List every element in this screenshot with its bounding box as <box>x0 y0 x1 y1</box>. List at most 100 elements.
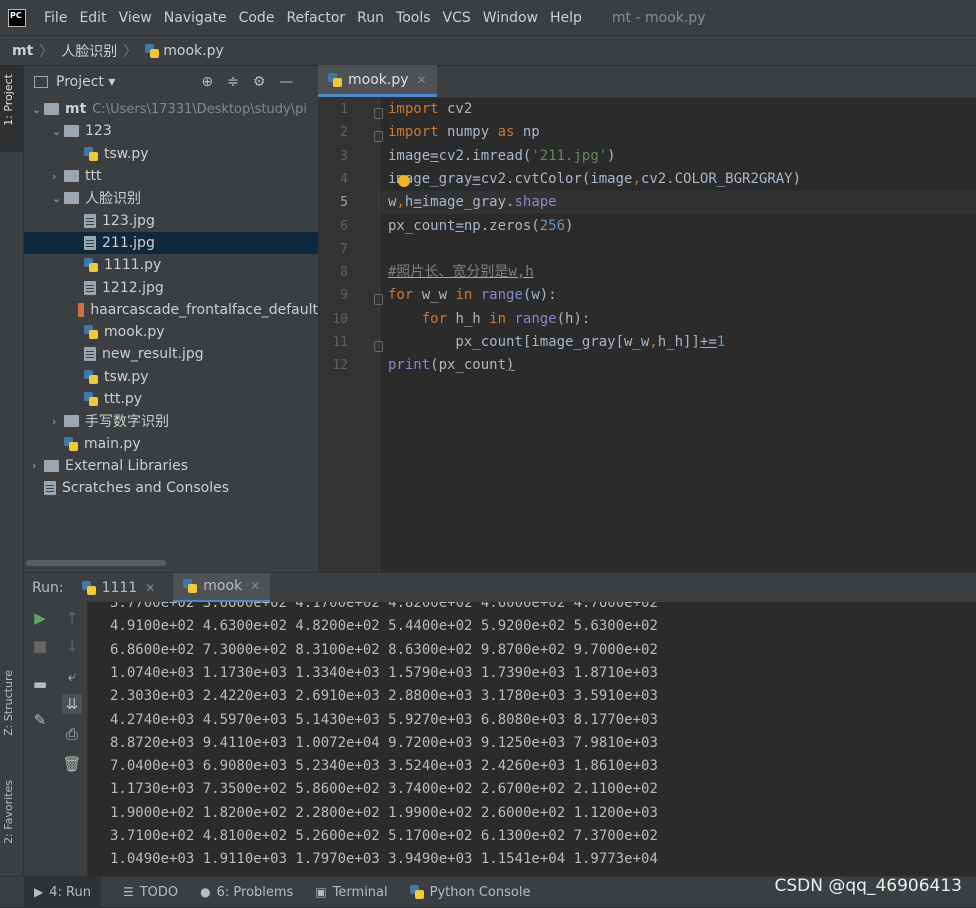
run-console-output[interactable]: 3.7700e+02 3.6600e+02 4.1700e+02 4.8200e… <box>88 602 976 876</box>
tree-item-path: C:\Users\17331\Desktop\study\pi <box>92 101 307 117</box>
tree-item[interactable]: Scratches and Consoles <box>24 477 318 499</box>
trash-icon[interactable]: 🗑 <box>62 754 82 774</box>
stop-icon[interactable]: ■ <box>30 636 50 656</box>
menu-file[interactable]: File <box>38 10 73 26</box>
terminal-tool-button[interactable]: ▣ Terminal <box>315 885 387 900</box>
tree-item[interactable]: new_result.jpg <box>24 343 318 365</box>
scroll-to-end-icon[interactable]: ⇊ <box>62 694 82 714</box>
fold-marker-icon[interactable] <box>374 341 383 352</box>
close-icon[interactable]: ✕ <box>145 581 155 595</box>
down-arrow-icon[interactable]: ↓ <box>62 636 82 656</box>
console-line: 1.0740e+03 1.1730e+03 1.3340e+03 1.5790e… <box>110 664 658 681</box>
tree-item[interactable]: › ttt <box>24 165 318 187</box>
line-number: 10 <box>332 311 348 327</box>
problems-tool-button[interactable]: ● 6: Problems <box>200 885 293 900</box>
breadcrumb-file[interactable]: mook.py <box>163 43 224 59</box>
line-number: 7 <box>340 241 348 257</box>
project-tree: ⌄ mt C:\Users\17331\Desktop\study\pi ⌄ 123 ts… <box>24 98 318 499</box>
tree-item[interactable]: haarcascade_frontalface_default <box>24 299 318 321</box>
tree-item[interactable]: ttt.py <box>24 388 318 410</box>
tree-item[interactable]: mook.py <box>24 321 318 343</box>
chevron-right-icon[interactable]: › <box>52 170 64 183</box>
code-line-8: #照片长、宽分别是w,h <box>388 264 534 281</box>
chevron-down-icon[interactable]: ⌄ <box>52 125 64 138</box>
chevron-right-icon[interactable]: › <box>52 415 64 428</box>
tree-item[interactable]: 211.jpg <box>24 231 318 255</box>
project-view-icon <box>34 76 48 88</box>
menu-run[interactable]: Run <box>351 10 390 26</box>
up-arrow-icon[interactable]: ↑ <box>62 608 82 628</box>
soft-wrap-icon[interactable]: ⤶ <box>62 666 82 686</box>
code-line-2: import numpy as np <box>388 124 540 141</box>
menu-code[interactable]: Code <box>233 10 281 26</box>
fold-marker-icon[interactable] <box>374 108 383 119</box>
python-file-icon <box>84 392 98 406</box>
code-line-6: px_count=np.zeros(256) <box>388 217 574 234</box>
tree-item[interactable]: 1212.jpg <box>24 276 318 298</box>
tree-item[interactable]: main.py <box>24 432 318 454</box>
python-file-icon <box>84 369 98 384</box>
menu-edit[interactable]: Edit <box>73 10 112 26</box>
console-line: 4.9100e+02 4.6300e+02 4.8200e+02 5.4400e… <box>110 618 658 635</box>
hide-icon[interactable]: — <box>279 74 293 90</box>
folder-icon <box>64 192 79 205</box>
layout-icon[interactable]: ▬ <box>30 674 50 694</box>
editor-tab-bar: mook.py ✕ <box>318 65 976 98</box>
image-file-icon <box>84 280 96 295</box>
tree-item[interactable]: › External Libraries <box>24 455 318 477</box>
console-line: 1.1730e+03 7.3500e+02 5.8600e+02 3.7400e… <box>110 781 658 798</box>
menu-tools[interactable]: Tools <box>390 10 437 26</box>
intention-bulb-icon[interactable] <box>398 175 410 187</box>
console-line: 3.7700e+02 3.6600e+02 4.1700e+02 4.8200e… <box>110 602 658 611</box>
todo-tool-button[interactable]: ☰ TODO <box>123 885 178 900</box>
gear-icon[interactable]: ⚙ <box>253 74 266 90</box>
close-icon[interactable]: ✕ <box>417 73 427 87</box>
code-editor[interactable]: mook.py ✕ 1 2 3 4 5 6 7 8 9 10 11 12 import cv2 imp… <box>318 65 976 572</box>
line-number: 3 <box>340 148 348 164</box>
menu-navigate[interactable]: Navigate <box>158 10 233 26</box>
chevron-down-icon[interactable]: ⌄ <box>32 103 44 116</box>
menu-view[interactable]: View <box>113 10 158 26</box>
terminal-tool-label: Terminal <box>332 884 388 900</box>
tree-item[interactable]: › 手写数字识别 <box>24 410 318 432</box>
tree-item[interactable]: 123.jpg <box>24 209 318 231</box>
favorites-tool-tab[interactable]: 2: Favorites <box>2 780 15 844</box>
collapse-all-icon[interactable]: ≑ <box>227 74 239 90</box>
menu-window[interactable]: Window <box>477 10 544 26</box>
tree-item[interactable]: tsw.py <box>24 366 318 388</box>
tab-mook-py[interactable]: mook.py ✕ <box>318 65 437 97</box>
pin-icon[interactable]: ✎ <box>30 710 50 730</box>
tree-item[interactable]: tsw.py <box>24 143 318 165</box>
tree-item[interactable]: ⌄ 123 <box>24 120 318 142</box>
project-tool-tab[interactable]: 1: Project <box>2 74 15 126</box>
chevron-right-icon[interactable]: › <box>32 459 44 472</box>
tree-item[interactable]: 1111.py <box>24 254 318 276</box>
tree-item[interactable]: ⌄ 人脸识别 <box>24 187 318 209</box>
print-icon[interactable]: ⎙ <box>62 724 82 744</box>
structure-tool-tab[interactable]: Z: Structure <box>2 670 15 736</box>
menu-vcs[interactable]: VCS <box>437 10 477 26</box>
run-toolbar-secondary: ↑ ↓ ⤶ ⇊ ⎙ 🗑 <box>56 602 88 876</box>
code-area[interactable]: import cv2 import numpy as np image=cv2.… <box>380 98 976 572</box>
breadcrumb-root[interactable]: mt <box>12 43 33 59</box>
scratches-icon <box>44 481 56 496</box>
python-console-tool-button[interactable]: Python Console <box>409 885 530 900</box>
run-tool-button[interactable]: ▶ 4: Run <box>24 876 101 908</box>
horizontal-scrollbar[interactable] <box>24 560 318 568</box>
fold-marker-icon[interactable] <box>374 294 383 306</box>
chevron-down-icon[interactable]: ⌄ <box>52 192 64 205</box>
menu-refactor[interactable]: Refactor <box>280 10 351 26</box>
menu-help[interactable]: Help <box>544 10 588 26</box>
locate-icon[interactable]: ⊕ <box>201 74 213 90</box>
project-view-selector[interactable]: Project ▾ <box>56 74 115 90</box>
tree-item[interactable]: ⌄ mt C:\Users\17331\Desktop\study\pi <box>24 98 318 120</box>
run-tab-1111[interactable]: 1111 ✕ <box>81 580 155 596</box>
rerun-icon[interactable]: ▶ <box>30 608 50 628</box>
fold-marker-icon[interactable] <box>374 131 383 143</box>
run-tab-mook[interactable]: mook ✕ <box>173 572 271 603</box>
breadcrumb-folder[interactable]: 人脸识别 <box>61 41 117 61</box>
close-icon[interactable]: ✕ <box>250 579 260 593</box>
watermark: CSDN @qq_46906413 <box>774 876 962 896</box>
scrollbar-thumb[interactable] <box>26 560 166 566</box>
